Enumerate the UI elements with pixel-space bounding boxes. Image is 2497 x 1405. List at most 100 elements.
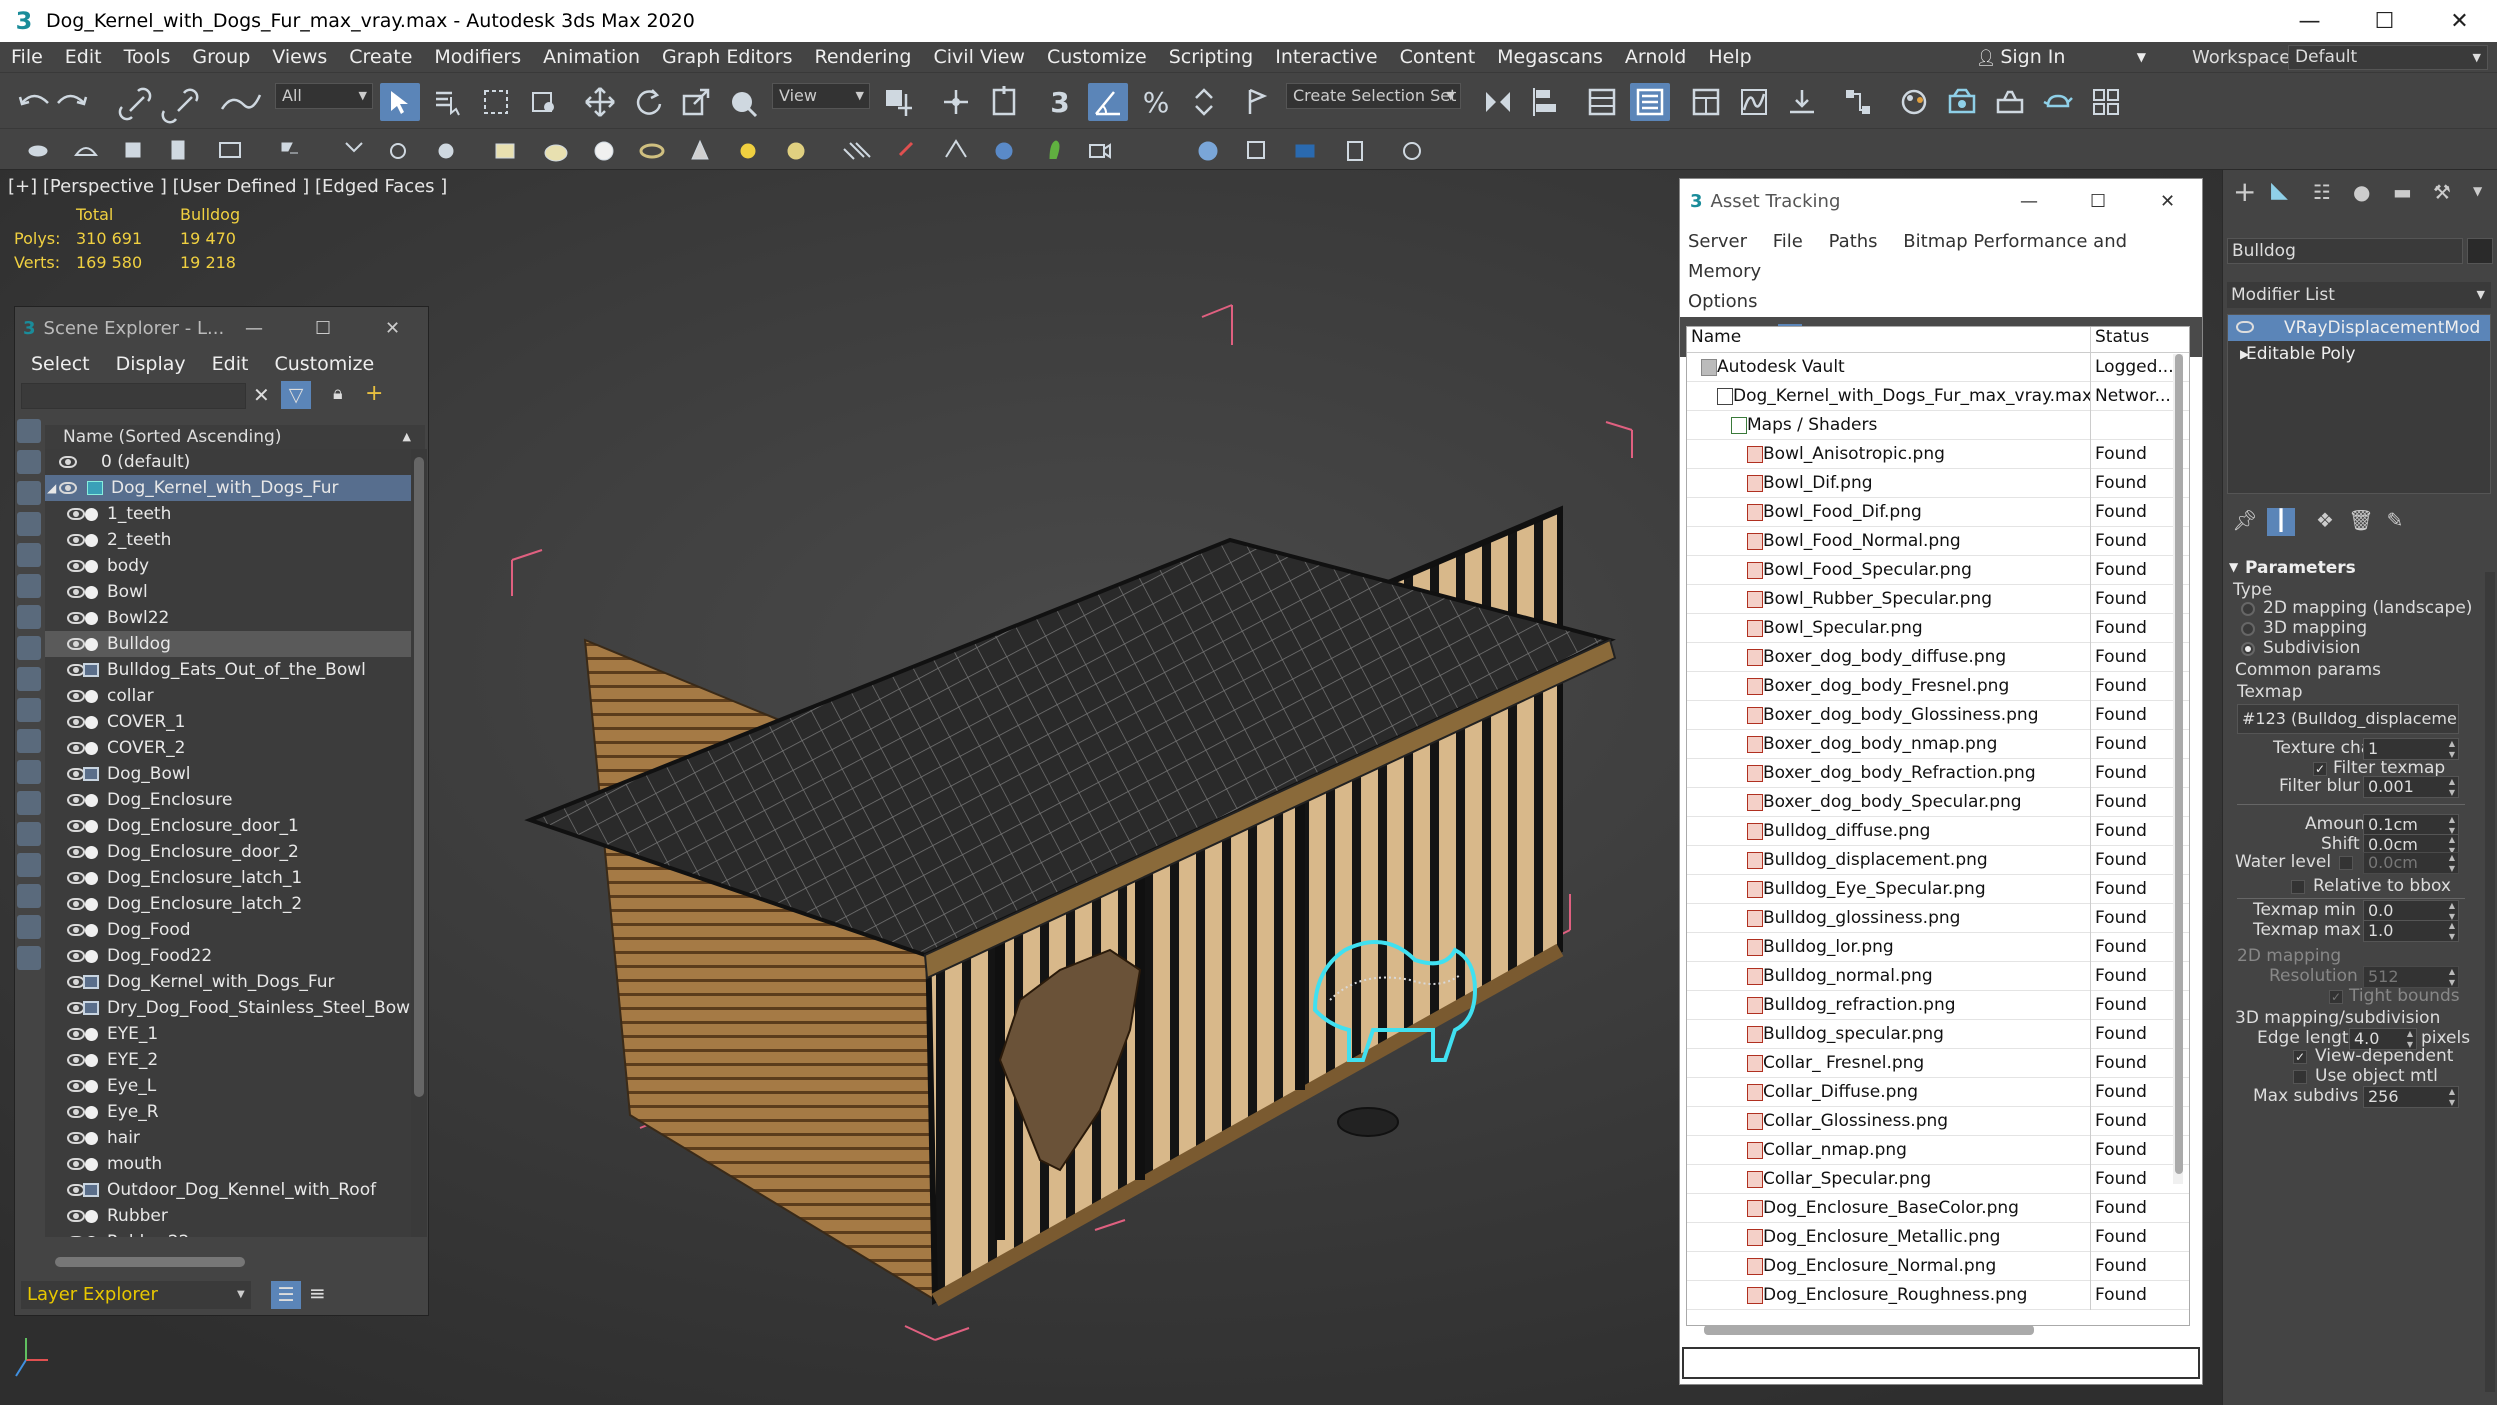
asset-row[interactable]: Boxer_dog_body_nmap.png Found	[1687, 729, 2189, 759]
filter-blur-spinner[interactable]: 0.001	[2363, 776, 2459, 798]
asset-row[interactable]: Dog_Enclosure_Normal.png Found	[1687, 1251, 2189, 1281]
se-column-header[interactable]: Name (Sorted Ascending) ▲	[45, 425, 425, 449]
scene-explorer-titlebar[interactable]: 3 Scene Explorer - L... — ☐ ✕	[15, 307, 428, 349]
se-menu-edit[interactable]: Edit	[212, 353, 249, 375]
sort-by-hierarchy-icon[interactable]: ≡	[309, 1281, 326, 1305]
asset-row[interactable]: Bulldog_Eye_Specular.png Found	[1687, 874, 2189, 904]
asset-row[interactable]: Bowl_Anisotropic.png Found	[1687, 439, 2189, 469]
scene-object-row[interactable]: Rubber	[45, 1203, 411, 1229]
asset-row[interactable]: Bulldog_refraction.png Found	[1687, 990, 2189, 1020]
maximize-button[interactable]: ☐	[2347, 0, 2422, 42]
mirror-button[interactable]	[1478, 83, 1518, 121]
scene-object-row[interactable]: EYE_2	[45, 1047, 411, 1073]
visibility-eye-icon[interactable]	[67, 898, 85, 910]
scene-tree-scrollbar-thumb[interactable]	[414, 457, 424, 1097]
visibility-eye-icon[interactable]	[67, 742, 85, 754]
asset-row[interactable]: Boxer_dog_body_Specular.png Found	[1687, 787, 2189, 817]
motion-tab-icon[interactable]: ●	[2353, 180, 2370, 204]
menu-arnold[interactable]: Arnold	[1614, 46, 1697, 68]
asset-row[interactable]: Autodesk Vault Logged...	[1687, 352, 2189, 382]
configure-modifier-sets-icon[interactable]: ✎	[2381, 508, 2409, 536]
command-panel-scrollbar[interactable]	[2485, 572, 2495, 1392]
utilities-tab-icon[interactable]: ⚒	[2433, 180, 2451, 204]
scene-object-row[interactable]: Eye_R	[45, 1099, 411, 1125]
select-object-button[interactable]	[380, 83, 420, 121]
menu-file[interactable]: File	[0, 46, 54, 68]
at-menu-paths[interactable]: Paths	[1829, 231, 1878, 252]
display-invert-icon[interactable]	[17, 853, 41, 877]
asset-row[interactable]: Bulldog_glossiness.png Found	[1687, 903, 2189, 933]
se-menu-display[interactable]: Display	[116, 353, 186, 375]
se-menu-customize[interactable]: Customize	[274, 353, 374, 375]
menu-group[interactable]: Group	[181, 46, 261, 68]
at-menu-bitmap-performance[interactable]: Bitmap Performance and Memory	[1688, 231, 2127, 282]
maximize-button[interactable]: ☐	[315, 318, 331, 339]
pivot-center-button[interactable]	[878, 83, 918, 121]
display-geometry-icon[interactable]	[17, 419, 41, 443]
scene-object-row[interactable]: Rubber22	[45, 1229, 411, 1237]
display-all-icon[interactable]	[17, 791, 41, 815]
relative-to-bbox-checkbox[interactable]	[2291, 880, 2305, 894]
scene-object-row[interactable]: hair	[45, 1125, 411, 1151]
asset-row[interactable]: Bowl_Specular.png Found	[1687, 613, 2189, 643]
display-children-icon[interactable]	[17, 884, 41, 908]
scene-explorer-toggle[interactable]	[1582, 83, 1622, 121]
pin-stack-icon[interactable]: 📌︎	[2231, 508, 2259, 536]
menu-modifiers[interactable]: Modifiers	[423, 46, 532, 68]
display-filter-icon[interactable]	[17, 915, 41, 939]
texmap-min-spinner[interactable]: 0.0	[2363, 900, 2459, 922]
asset-row[interactable]: Boxer_dog_body_diffuse.png Found	[1687, 642, 2189, 672]
view-dependent-checkbox[interactable]: ✓	[2293, 1050, 2307, 1064]
visibility-eye-icon[interactable]	[67, 1054, 85, 1066]
visibility-eye-icon[interactable]	[67, 794, 85, 806]
make-unique-icon[interactable]: ❖	[2311, 508, 2339, 536]
move-button[interactable]	[580, 83, 620, 121]
rectangular-selection-button[interactable]	[476, 83, 516, 121]
expand-arrow-icon[interactable]: ▶	[2240, 341, 2249, 367]
edit-named-selection-button[interactable]	[1240, 83, 1280, 121]
scene-object-row[interactable]: collar	[45, 683, 411, 709]
scene-object-row[interactable]: 2_teeth	[45, 527, 411, 553]
chevron-down-icon[interactable]: ▼	[2473, 184, 2482, 198]
filter-icon[interactable]: ▽	[281, 381, 311, 409]
visibility-eye-icon[interactable]	[59, 456, 77, 468]
scene-object-row[interactable]: Dog_Food22	[45, 943, 411, 969]
asset-row[interactable]: Bulldog_displacement.png Found	[1687, 845, 2189, 875]
scene-object-row[interactable]: Bowl22	[45, 605, 411, 631]
visibility-eye-icon[interactable]	[67, 950, 85, 962]
menu-civil-view[interactable]: Civil View	[923, 46, 1036, 68]
manipulate-button[interactable]	[936, 83, 976, 121]
scene-object-row[interactable]: Dog_Enclosure	[45, 787, 411, 813]
visibility-eye-icon[interactable]	[59, 482, 77, 494]
col-status-header[interactable]: Status	[2091, 327, 2149, 352]
modify-tab-icon[interactable]: ◣	[2271, 178, 2301, 206]
expand-arrow-icon[interactable]: ◢	[47, 481, 56, 495]
asset-table-scrollbar-thumb[interactable]	[2175, 354, 2183, 1174]
water-level-checkbox[interactable]	[2339, 856, 2353, 870]
tight-bounds-checkbox[interactable]: ✓	[2329, 990, 2343, 1004]
layer-default[interactable]: 0 (default)	[45, 449, 411, 475]
asset-row[interactable]: Bowl_Food_Normal.png Found	[1687, 526, 2189, 556]
close-button[interactable]: ✕	[385, 318, 400, 339]
add-layer-icon[interactable]: +	[365, 381, 383, 406]
object-name-field[interactable]: Bulldog	[2227, 238, 2463, 264]
scene-object-row[interactable]: 1_teeth	[45, 501, 411, 527]
scene-object-row[interactable]: Dog_Enclosure_door_1	[45, 813, 411, 839]
asset-row[interactable]: Bowl_Rubber_Specular.png Found	[1687, 584, 2189, 614]
spinner-snap-button[interactable]	[1184, 83, 1224, 121]
curve-editor-button[interactable]	[1734, 83, 1774, 121]
visibility-eye-icon[interactable]	[67, 1132, 85, 1144]
radio-subdivision[interactable]	[2241, 642, 2255, 656]
3ds-max-icon[interactable]: 3	[8, 5, 40, 37]
asset-row[interactable]: Boxer_dog_body_Refraction.png Found	[1687, 758, 2189, 788]
asset-row[interactable]: Collar_Specular.png Found	[1687, 1164, 2189, 1194]
minimize-button[interactable]: —	[245, 318, 263, 339]
window-crossing-button[interactable]	[524, 83, 564, 121]
layer-dog-kernel[interactable]: ◢ Dog_Kernel_with_Dogs_Fur	[45, 475, 411, 501]
parameters-title[interactable]: Parameters	[2245, 558, 2356, 578]
menu-scripting[interactable]: Scripting	[1158, 46, 1265, 68]
texmap-button[interactable]: #123 (Bulldog_displacement.	[2237, 704, 2459, 734]
menu-customize[interactable]: Customize	[1036, 46, 1158, 68]
named-selection-sets-dropdown[interactable]: Create Selection Set ▼	[1286, 83, 1461, 109]
asset-table-scrollbar[interactable]	[2173, 354, 2183, 1184]
